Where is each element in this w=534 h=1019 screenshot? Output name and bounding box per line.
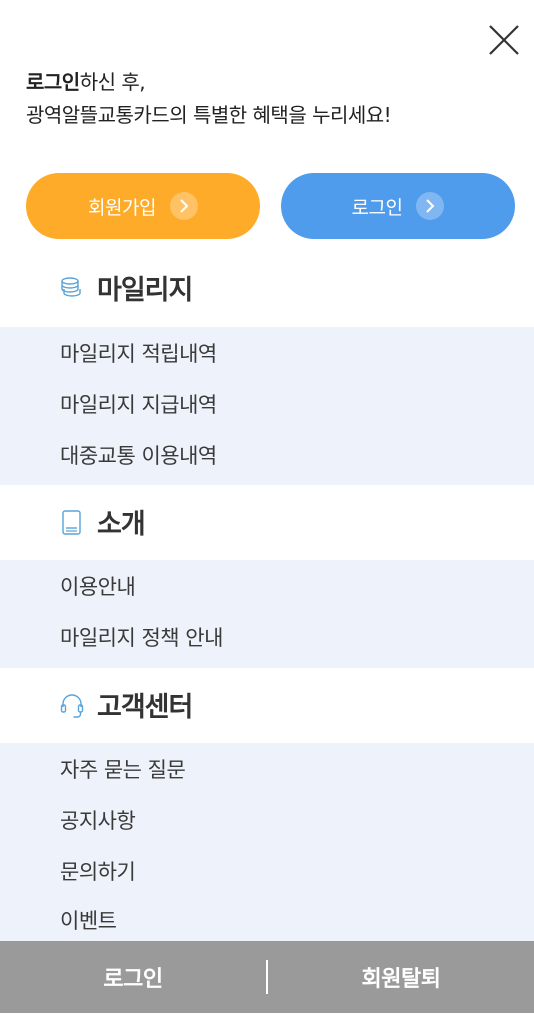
menu-item-notice[interactable]: 공지사항 [60, 805, 136, 835]
close-icon [489, 25, 519, 55]
intro-menu: 이용안내 마일리지 정책 안내 [0, 560, 534, 668]
menu-item-mileage-policy[interactable]: 마일리지 정책 안내 [60, 622, 223, 652]
join-button[interactable]: 회원가입 [26, 173, 260, 239]
chevron-right-icon [169, 192, 198, 220]
menu-item-mileage-pay[interactable]: 마일리지 지급내역 [60, 389, 217, 419]
mileage-menu: 마일리지 적립내역 마일리지 지급내역 대중교통 이용내역 [0, 327, 534, 485]
menu-item-mileage-earn[interactable]: 마일리지 적립내역 [60, 338, 217, 368]
section-title-support: 고객센터 [97, 692, 193, 723]
intro-line2: 광역알뜰교통카드의 특별한 혜택을 누리세요! [26, 103, 392, 127]
join-button-label: 회원가입 [88, 196, 156, 219]
section-title-mileage: 마일리지 [97, 275, 193, 306]
menu-item-faq[interactable]: 자주 묻는 질문 [60, 754, 186, 784]
intro-rest: 하신 후, [79, 70, 146, 94]
menu-item-inquiry[interactable]: 문의하기 [60, 856, 136, 886]
login-button[interactable]: 로그인 [281, 173, 515, 239]
menu-item-guide[interactable]: 이용안내 [60, 571, 136, 601]
coins-icon [60, 276, 84, 300]
footer-login-button[interactable]: 로그인 [0, 961, 266, 993]
support-menu: 자주 묻는 질문 공지사항 문의하기 이벤트 [0, 743, 534, 941]
headset-icon [60, 693, 84, 718]
footer-withdraw-button[interactable]: 회원탈퇴 [268, 961, 534, 993]
book-icon [60, 510, 84, 535]
section-support: 고객센터 [0, 683, 534, 725]
section-mileage: 마일리지 [0, 266, 534, 308]
chevron-right-icon [416, 192, 445, 220]
section-intro: 소개 [0, 500, 534, 542]
bottom-strip [0, 1013, 534, 1019]
footer-bar: 로그인 회원탈퇴 [0, 941, 534, 1013]
intro-message: 로그인하신 후, 광역알뜰교통카드의 특별한 혜택을 누리세요! [26, 66, 392, 132]
section-title-intro: 소개 [97, 509, 146, 540]
menu-item-event[interactable]: 이벤트 [60, 905, 117, 935]
close-button[interactable] [482, 18, 526, 62]
login-button-label: 로그인 [351, 196, 403, 219]
intro-bold: 로그인 [26, 70, 80, 94]
menu-item-transit-history[interactable]: 대중교통 이용내역 [60, 440, 217, 470]
